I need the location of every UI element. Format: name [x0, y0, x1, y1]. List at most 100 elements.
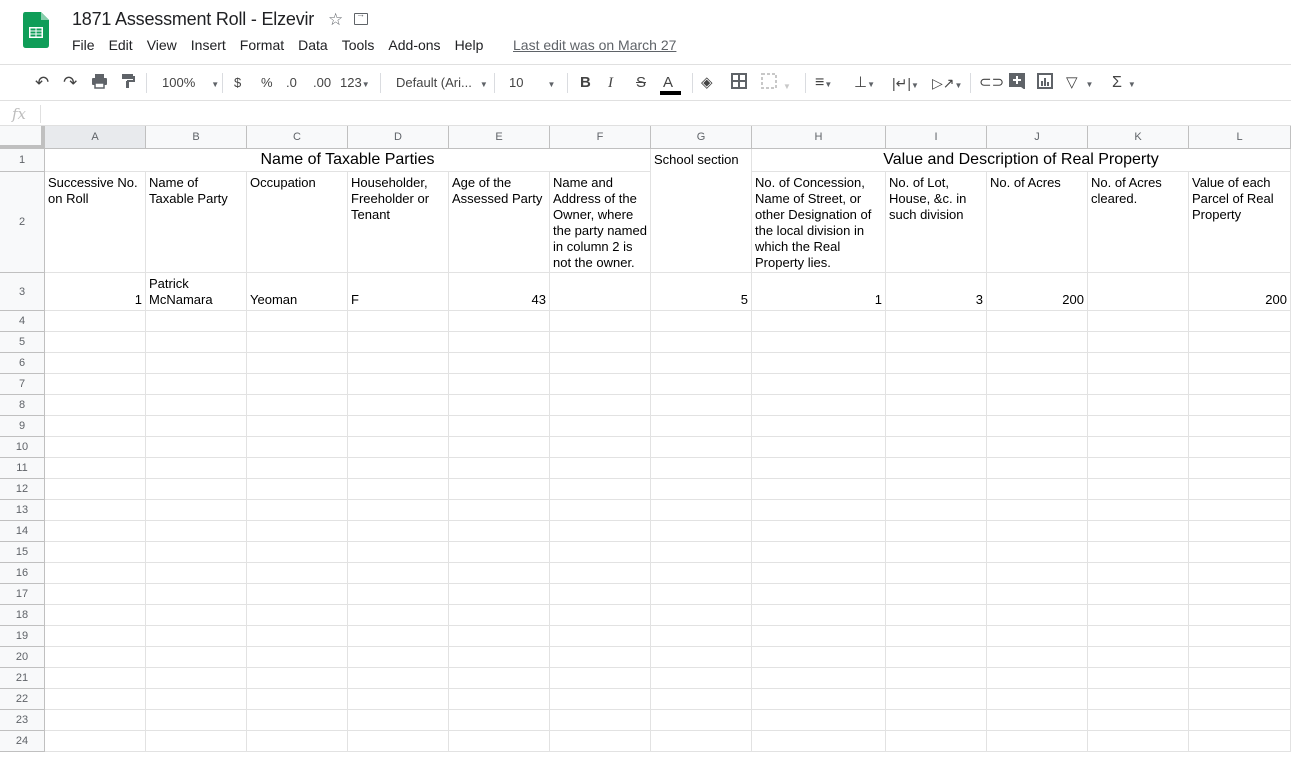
cell[interactable] — [45, 311, 146, 332]
cell[interactable] — [45, 521, 146, 542]
column-header-e[interactable]: E — [449, 126, 550, 149]
cell[interactable] — [987, 500, 1088, 521]
cell[interactable] — [752, 458, 886, 479]
cell-j3[interactable]: 200 — [987, 273, 1088, 311]
row-header-15[interactable]: 15 — [0, 542, 45, 563]
column-header-h[interactable]: H — [752, 126, 886, 149]
column-label-i[interactable]: No. of Lot, House, &c. in such division — [886, 172, 987, 273]
cell[interactable] — [651, 605, 752, 626]
cell[interactable] — [886, 605, 987, 626]
row-header-16[interactable]: 16 — [0, 563, 45, 584]
cell[interactable] — [45, 332, 146, 353]
cell[interactable] — [1189, 416, 1291, 437]
cell[interactable] — [348, 710, 449, 731]
cell[interactable] — [651, 458, 752, 479]
cell[interactable] — [45, 479, 146, 500]
cell[interactable] — [348, 479, 449, 500]
cell[interactable] — [348, 626, 449, 647]
cell[interactable] — [987, 605, 1088, 626]
cell[interactable] — [987, 647, 1088, 668]
cell[interactable] — [550, 311, 651, 332]
column-label-e[interactable]: Age of the Assessed Party — [449, 172, 550, 273]
column-header-k[interactable]: K — [1088, 126, 1189, 149]
cell[interactable] — [1189, 605, 1291, 626]
cell[interactable] — [1088, 458, 1189, 479]
cell[interactable] — [1088, 374, 1189, 395]
cell[interactable] — [1088, 332, 1189, 353]
cell[interactable] — [752, 416, 886, 437]
row-header-18[interactable]: 18 — [0, 605, 45, 626]
column-header-g[interactable]: G — [651, 126, 752, 149]
cell[interactable] — [348, 311, 449, 332]
row-header-8[interactable]: 8 — [0, 395, 45, 416]
cell-a3[interactable]: 1 — [45, 273, 146, 311]
menu-data[interactable]: Data — [298, 37, 328, 53]
cell[interactable] — [752, 605, 886, 626]
filter-icon[interactable]: ▽ ▼ — [1066, 73, 1093, 93]
menu-format[interactable]: Format — [240, 37, 284, 53]
cell[interactable] — [987, 710, 1088, 731]
cell[interactable] — [146, 563, 247, 584]
cell[interactable] — [550, 668, 651, 689]
cell[interactable] — [886, 626, 987, 647]
cell[interactable] — [987, 563, 1088, 584]
cell[interactable] — [1189, 374, 1291, 395]
cell[interactable] — [752, 395, 886, 416]
row-header-21[interactable]: 21 — [0, 668, 45, 689]
cell[interactable] — [449, 458, 550, 479]
cell[interactable] — [550, 584, 651, 605]
cell[interactable] — [1189, 647, 1291, 668]
cell[interactable] — [45, 395, 146, 416]
cell[interactable] — [886, 563, 987, 584]
cell[interactable] — [1088, 710, 1189, 731]
cell[interactable] — [752, 542, 886, 563]
cell[interactable] — [45, 563, 146, 584]
italic-button[interactable]: I — [608, 73, 613, 93]
cell[interactable] — [987, 311, 1088, 332]
cell[interactable] — [651, 521, 752, 542]
cell[interactable] — [45, 500, 146, 521]
row-header-24[interactable]: 24 — [0, 731, 45, 752]
cell[interactable] — [1189, 500, 1291, 521]
cell[interactable] — [146, 668, 247, 689]
cell[interactable] — [247, 689, 348, 710]
cell[interactable] — [550, 353, 651, 374]
more-formats-button[interactable]: 123▼ — [340, 73, 370, 93]
cell[interactable] — [1088, 731, 1189, 752]
cell[interactable] — [886, 647, 987, 668]
cell[interactable] — [651, 311, 752, 332]
row-header-23[interactable]: 23 — [0, 710, 45, 731]
cell[interactable] — [146, 374, 247, 395]
undo-icon[interactable]: ↶ — [35, 73, 49, 93]
cell[interactable] — [886, 542, 987, 563]
cell[interactable] — [886, 710, 987, 731]
last-edit-link[interactable]: Last edit was on March 27 — [513, 37, 676, 53]
cell[interactable] — [752, 500, 886, 521]
cell[interactable] — [247, 416, 348, 437]
cell[interactable] — [987, 395, 1088, 416]
cell[interactable] — [348, 521, 449, 542]
cell[interactable] — [146, 710, 247, 731]
cell[interactable] — [449, 563, 550, 584]
cell[interactable] — [449, 710, 550, 731]
cell[interactable] — [1189, 458, 1291, 479]
cell[interactable] — [146, 605, 247, 626]
cell[interactable] — [752, 626, 886, 647]
cell[interactable] — [247, 437, 348, 458]
cell[interactable] — [752, 374, 886, 395]
cell[interactable] — [987, 584, 1088, 605]
cell[interactable] — [752, 668, 886, 689]
font-select[interactable]: Default (Ari... ▼ — [396, 73, 488, 93]
print-icon[interactable] — [91, 73, 108, 93]
text-color-button[interactable]: A — [660, 73, 681, 95]
cell-l3[interactable]: 200 — [1189, 273, 1291, 311]
row-header-10[interactable]: 10 — [0, 437, 45, 458]
cell[interactable] — [886, 353, 987, 374]
cell-k3[interactable] — [1088, 273, 1189, 311]
column-label-a[interactable]: Successive No. on Roll — [45, 172, 146, 273]
cell[interactable] — [247, 710, 348, 731]
cell[interactable] — [886, 500, 987, 521]
cell[interactable] — [752, 563, 886, 584]
cell[interactable] — [449, 437, 550, 458]
row-header-17[interactable]: 17 — [0, 584, 45, 605]
